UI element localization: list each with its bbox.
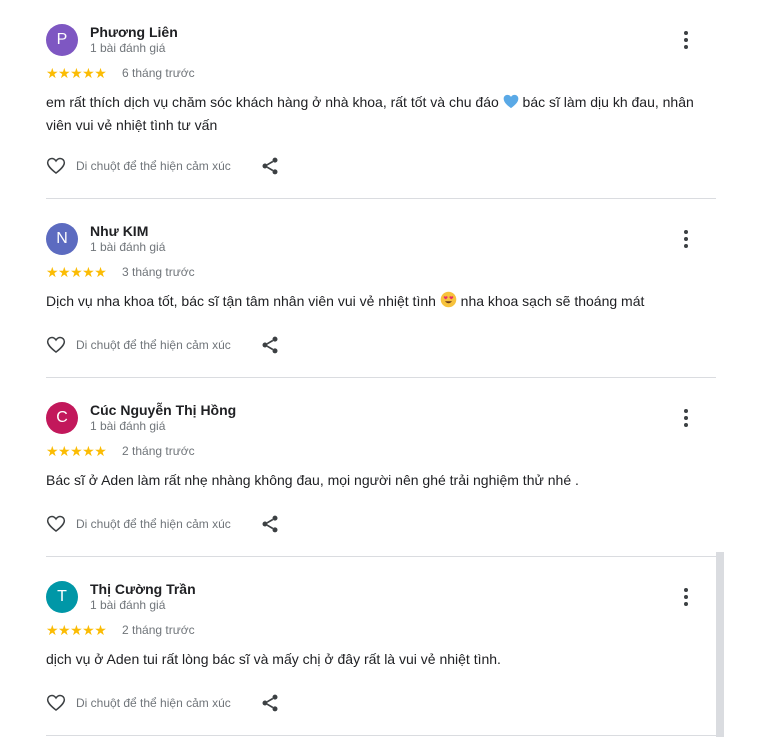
review-count: 1 bài đánh giá [90,240,166,254]
more-vert-icon [684,230,688,248]
review-text: dịch vụ ở Aden tui rất lòng bác sĩ và mấ… [46,651,501,667]
review-time: 2 tháng trước [122,444,195,458]
more-options-button[interactable] [676,585,696,609]
review-time: 2 tháng trước [122,623,195,637]
review-count: 1 bài đánh giá [90,419,166,433]
heart-outline-icon [46,336,66,354]
share-button[interactable] [260,693,280,713]
share-button[interactable] [260,156,280,176]
reaction-hint: Di chuột để thể hiện cảm xúc [76,338,231,352]
more-vert-icon [684,31,688,49]
share-icon [262,157,278,175]
review-count: 1 bài đánh giá [90,598,166,612]
review-text: em rất thích dịch vụ chăm sóc khách hàng… [46,94,694,133]
like-button[interactable] [46,514,66,534]
more-options-button[interactable] [676,406,696,430]
review-text: Bác sĩ ở Aden làm rất nhẹ nhàng không đa… [46,472,579,488]
avatar[interactable]: T [46,581,78,613]
avatar[interactable]: N [46,223,78,255]
review-count: 1 bài đánh giá [90,41,166,55]
more-vert-icon [684,409,688,427]
share-icon [262,336,278,354]
reaction-hint: Di chuột để thể hiện cảm xúc [76,517,231,531]
heart-outline-icon [46,515,66,533]
more-vert-icon [684,588,688,606]
avatar[interactable]: C [46,402,78,434]
heart-outline-icon [46,157,66,175]
star-rating: ★★★★★ [46,264,107,280]
more-options-button[interactable] [676,28,696,52]
reviewer-name[interactable]: Cúc Nguyễn Thị Hồng [90,402,236,418]
share-button[interactable] [260,514,280,534]
reviewer-name[interactable]: Thị Cường Trần [90,581,196,597]
share-icon [262,515,278,533]
like-button[interactable] [46,693,66,713]
star-rating: ★★★★★ [46,65,107,81]
scrollbar[interactable] [716,552,724,737]
star-rating: ★★★★★ [46,622,107,638]
review-time: 6 tháng trước [122,66,195,80]
reaction-hint: Di chuột để thể hiện cảm xúc [76,696,231,710]
divider [46,198,716,199]
avatar[interactable]: P [46,24,78,56]
divider [46,377,716,378]
share-button[interactable] [260,335,280,355]
reviewer-name[interactable]: Phương Liên [90,24,178,40]
star-rating: ★★★★★ [46,443,107,459]
blue-heart-emoji [503,94,519,115]
divider [46,556,716,557]
like-button[interactable] [46,156,66,176]
like-button[interactable] [46,335,66,355]
share-icon [262,694,278,712]
heart-outline-icon [46,694,66,712]
divider [46,735,716,736]
review-text: Dịch vụ nha khoa tốt, bác sĩ tận tâm nhâ… [46,291,706,314]
review-time: 3 tháng trước [122,265,195,279]
reviewer-name[interactable]: Như KIM [90,223,148,239]
more-options-button[interactable] [676,227,696,251]
heart-eyes-emoji [440,291,457,314]
reaction-hint: Di chuột để thể hiện cảm xúc [76,159,231,173]
